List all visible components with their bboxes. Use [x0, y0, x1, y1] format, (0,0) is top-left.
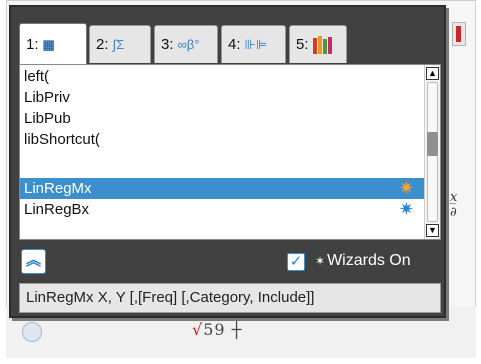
catalog-tab-bar: 1: ▦ 2: ∫Σ 3: ∞β° 4: ⊪⊫ 5: [15, 23, 347, 65]
wizards-checkbox[interactable]: ✓ [287, 253, 305, 271]
scroll-thumb[interactable] [427, 132, 438, 156]
list-item[interactable]: left( [20, 66, 426, 87]
list-item-selected[interactable]: LinRegMx ✷ [20, 178, 426, 199]
tab-libraries[interactable]: 5: [289, 25, 347, 63]
symbols-icon: ∞β° [177, 36, 200, 52]
scroll-up-button[interactable]: ▲ [426, 67, 439, 80]
tab-math-templates[interactable]: 2: ∫Σ [89, 25, 151, 63]
catalog-footer: ︽ ✓ ✶ Wizards On [19, 247, 441, 277]
list-item-label: LinRegBx [24, 201, 90, 218]
wizard-icon: ✷ [398, 199, 414, 219]
tab-number: 4: [228, 36, 241, 53]
tab-catalog[interactable]: 1: ▦ [19, 23, 87, 65]
tab-number: 5: [296, 36, 309, 53]
background-formula: √59 ┼ [192, 320, 242, 339]
wizards-label-text: Wizards On [327, 252, 411, 269]
catalog-list[interactable]: left( LibPriv LibPub libShortcut( LinReg… [19, 64, 441, 240]
background-right-edge-text: x̲ ∂ [450, 190, 458, 220]
syntax-help-bar: LinRegMx X, Y [,[Freq] [,Category, Inclu… [19, 283, 441, 313]
collapse-chevron-icon[interactable]: ︽ [21, 249, 46, 274]
background-formula-text: 59 ┼ [203, 320, 243, 339]
wizard-small-icon: ✶ [315, 254, 326, 268]
tab-symbols[interactable]: 3: ∞β° [154, 25, 218, 63]
list-item[interactable]: libShortcut( [20, 129, 426, 150]
list-scrollbar[interactable]: ▲ ▼ [424, 65, 440, 239]
list-item-label: LinRegMx [24, 180, 92, 197]
catalog-book-icon: ▦ [42, 36, 55, 52]
tab-number: 1: [26, 36, 39, 53]
tab-units[interactable]: 4: ⊪⊫ [221, 25, 286, 63]
math-templates-icon: ∫Σ [112, 36, 125, 52]
units-icon: ⊪⊫ [244, 36, 268, 52]
tab-number: 3: [161, 36, 174, 53]
tab-number: 2: [96, 36, 109, 53]
background-formula-red: √ [192, 320, 204, 339]
libraries-icon [312, 35, 332, 54]
scroll-down-button[interactable]: ▼ [426, 224, 439, 237]
wizard-icon: ✷ [398, 178, 414, 198]
background-page-tab [452, 22, 466, 46]
list-item[interactable]: LinRegBx ✷ [20, 199, 426, 220]
wizards-label: ✶ Wizards On [315, 252, 411, 270]
catalog-popup: 1: ▦ 2: ∫Σ 3: ∞β° 4: ⊪⊫ 5: left( LibPriv… [9, 5, 446, 318]
list-item[interactable]: LibPriv [20, 87, 426, 108]
list-item[interactable]: LibPub [20, 108, 426, 129]
background-circle-button[interactable] [22, 322, 42, 342]
